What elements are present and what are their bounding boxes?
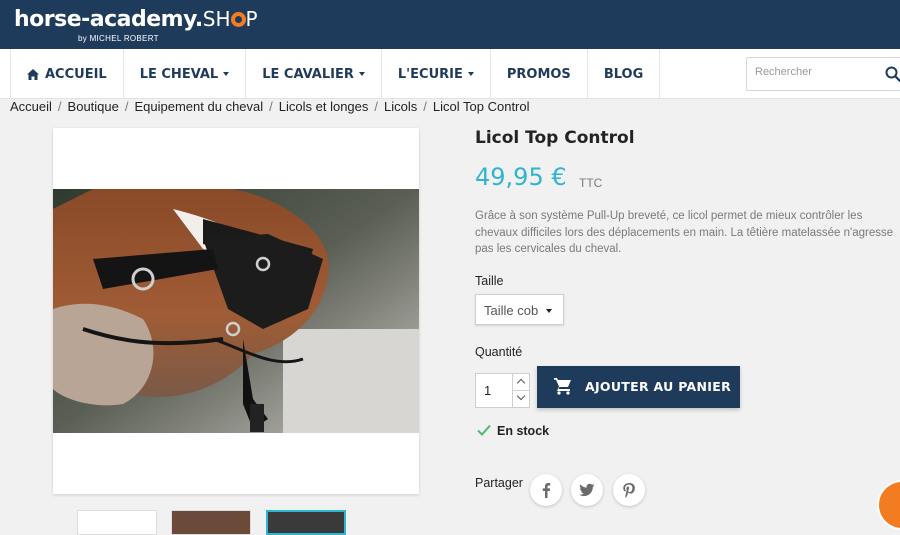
logo-text: horse-academy. — [14, 7, 203, 32]
logo-o-icon — [230, 12, 246, 27]
logo-tagline: by MICHEL ROBERT — [78, 34, 159, 43]
search-input[interactable] — [755, 66, 865, 78]
size-select[interactable]: Taille cob — [475, 294, 564, 325]
stock-status: En stock — [477, 423, 549, 438]
nav-label: PROMOS — [506, 66, 571, 82]
quantity-stepper — [475, 373, 530, 408]
chat-badge[interactable] — [877, 480, 900, 530]
breadcrumb-item[interactable]: Boutique — [68, 99, 119, 114]
site-logo[interactable]: horse-academy.SH P by MICHEL ROBERT — [14, 7, 258, 43]
site-header: horse-academy.SH P by MICHEL ROBERT — [0, 0, 900, 49]
nav-le-cheval[interactable]: LE CHEVAL — [122, 49, 246, 99]
breadcrumb-separator: / — [57, 99, 62, 114]
breadcrumb-item[interactable]: Accueil — [10, 99, 52, 114]
thumbnail[interactable] — [171, 510, 251, 535]
size-label: Taille — [475, 274, 504, 288]
product-title: Licol Top Control — [475, 128, 635, 148]
caret-down-icon — [358, 72, 365, 76]
breadcrumb-current[interactable]: Licol Top Control — [433, 99, 530, 114]
nav-l-ecurie[interactable]: L'ECURIE — [380, 49, 490, 99]
quantity-input[interactable] — [476, 374, 512, 407]
caret-down-icon — [546, 309, 552, 313]
nav-label: LE CHEVAL — [139, 66, 219, 82]
add-to-cart-button[interactable]: AJOUTER AU PANIER — [537, 366, 740, 408]
chevron-up-icon — [516, 378, 526, 388]
nav-blog[interactable]: BLOG — [586, 49, 661, 99]
logo-shop-end: P — [245, 7, 258, 31]
nav-label: LE CAVALIER — [262, 66, 354, 82]
cart-icon — [554, 378, 571, 395]
product-price: 49,95 € — [475, 163, 567, 191]
breadcrumb-item[interactable]: Equipement du cheval — [135, 99, 264, 114]
breadcrumb-item[interactable]: Licols et longes — [279, 99, 369, 114]
search-box — [746, 57, 900, 91]
pinterest-share-button[interactable] — [613, 474, 645, 506]
home-icon — [27, 68, 39, 80]
nav-le-cavalier[interactable]: LE CAVALIER — [245, 49, 381, 99]
nav-home-label: ACCUEIL — [45, 66, 107, 82]
facebook-icon — [542, 483, 551, 498]
breadcrumb: Accueil / Boutique / Equipement du cheval / Li… — [10, 99, 530, 114]
product-photo — [53, 189, 419, 433]
caret-down-icon — [467, 72, 474, 76]
size-select-value: Taille cob — [484, 303, 539, 318]
breadcrumb-separator: / — [374, 99, 379, 114]
breadcrumb-separator: / — [269, 99, 273, 114]
facebook-share-button[interactable] — [530, 474, 562, 506]
caret-down-icon — [223, 72, 230, 76]
logo-shop-text: SH — [202, 7, 231, 31]
twitter-icon — [579, 483, 595, 497]
pinterest-icon — [623, 483, 635, 498]
add-to-cart-label: AJOUTER AU PANIER — [585, 379, 731, 394]
thumbnail[interactable] — [77, 510, 157, 535]
tax-label: TTC — [579, 176, 603, 190]
product-image[interactable] — [53, 128, 419, 494]
nav-promos[interactable]: PROMOS — [489, 49, 587, 99]
quantity-increase-button[interactable] — [512, 374, 530, 391]
product-description: Grâce à son système Pull-Up breveté, ce … — [475, 210, 894, 255]
nav-label: BLOG — [603, 66, 644, 82]
thumbnail-active[interactable] — [266, 510, 346, 535]
breadcrumb-item[interactable]: Licols — [384, 99, 417, 114]
chevron-down-icon — [516, 391, 526, 401]
nav-label: L'ECURIE — [397, 66, 463, 82]
check-icon — [477, 424, 491, 436]
share-label: Partager — [475, 476, 523, 490]
stock-status-label: En stock — [497, 424, 550, 438]
breadcrumb-separator: / — [124, 99, 129, 114]
quantity-label: Quantité — [475, 345, 523, 359]
search-icon[interactable] — [885, 66, 900, 82]
horse-halter-illustration — [53, 189, 419, 433]
quantity-decrease-button[interactable] — [512, 391, 530, 408]
breadcrumb-separator: / — [423, 99, 427, 114]
twitter-share-button[interactable] — [571, 474, 603, 506]
nav-home[interactable]: ACCUEIL — [10, 49, 123, 99]
